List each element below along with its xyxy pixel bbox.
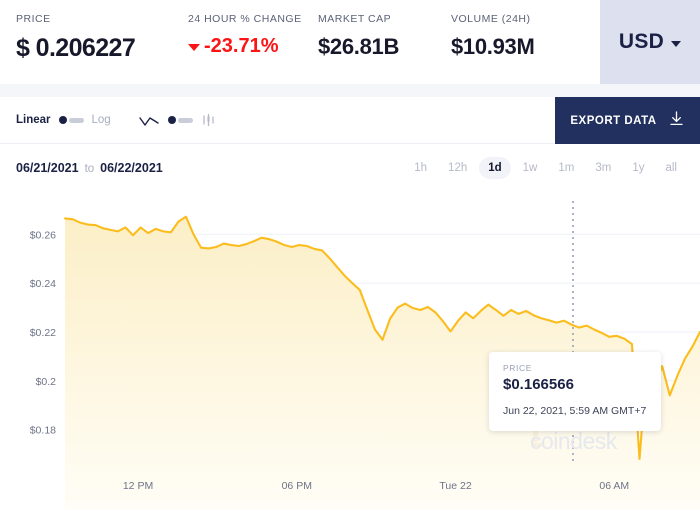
stat-market-cap-label: MARKET CAP <box>318 13 392 25</box>
end-date[interactable]: 06/22/2021 <box>100 161 163 175</box>
chart-tooltip: PRICE $0.166566 Jun 22, 2021, 5:59 AM GM… <box>489 352 661 431</box>
tooltip-price-label: PRICE <box>503 363 532 373</box>
download-icon <box>668 110 685 132</box>
x-axis-tick-label: Tue 22 <box>439 480 471 492</box>
candlestick-chart-icon[interactable] <box>202 113 216 127</box>
range-option-1d[interactable]: 1d <box>479 156 511 179</box>
chart-type-toggle-group[interactable] <box>139 113 216 127</box>
chart-type-toggle-track <box>177 118 193 123</box>
y-axis-tick-label: $0.18 <box>30 425 56 437</box>
export-data-label: EXPORT DATA <box>570 114 657 127</box>
stat-market-cap: MARKET CAP $26.81B <box>318 13 451 58</box>
date-range-row: 06/21/2021 to 06/22/2021 1h 12h 1d 1w 1m… <box>0 144 700 191</box>
tooltip-price-value: $0.166566 <box>503 376 574 393</box>
x-axis-tick-label: 12 PM <box>123 480 153 492</box>
stat-change-label: 24 HOUR % CHANGE <box>188 13 302 25</box>
currency-selector-label: USD <box>618 30 665 53</box>
time-range-selector: 1h 12h 1d 1w 1m 3m 1y all <box>405 156 686 179</box>
stat-market-cap-value: $26.81B <box>318 34 400 59</box>
y-axis-tick-label: $0.26 <box>30 229 56 241</box>
y-axis-tick-label: $0.24 <box>30 278 56 290</box>
x-axis-tick-label: 06 AM <box>599 480 629 492</box>
stat-price-value: $ 0.206227 <box>16 34 136 62</box>
date-range[interactable]: 06/21/2021 to 06/22/2021 <box>16 161 163 175</box>
crypto-price-chart-page: PRICE $ 0.206227 24 HOUR % CHANGE -23.71… <box>0 0 700 509</box>
price-chart-svg[interactable]: $0.26 $0.24 $0.22 $0.2 $0.18 12 PM 06 PM Tue 22… <box>0 191 700 509</box>
caret-down-icon <box>671 41 682 47</box>
x-axis-tick-label: 06 PM <box>282 480 312 492</box>
scale-toggle-group[interactable]: Linear Log <box>16 114 111 126</box>
triangle-down-icon <box>188 44 200 51</box>
chart-type-toggle-knob <box>167 116 176 124</box>
range-option-1h[interactable]: 1h <box>405 157 436 179</box>
range-option-all[interactable]: all <box>656 157 686 179</box>
stat-change-value: -23.71% <box>204 35 279 57</box>
stat-price: PRICE $ 0.206227 <box>16 13 188 61</box>
price-chart[interactable]: $0.26 $0.24 $0.22 $0.2 $0.18 12 PM 06 PM Tue 22… <box>0 191 700 509</box>
range-option-1w[interactable]: 1w <box>514 157 547 179</box>
range-option-1m[interactable]: 1m <box>549 157 583 179</box>
chart-type-toggle-switch[interactable] <box>167 116 193 124</box>
scale-toggle-knob <box>58 116 67 124</box>
export-data-button[interactable]: EXPORT DATA <box>555 97 700 144</box>
stats-header: PRICE $ 0.206227 24 HOUR % CHANGE -23.71… <box>0 0 700 84</box>
stat-volume: VOLUME (24H) $10.93M <box>451 13 591 58</box>
y-axis-tick-label: $0.2 <box>36 376 57 388</box>
scale-linear-label[interactable]: Linear <box>16 114 51 126</box>
scale-toggle-track <box>68 118 84 123</box>
stat-volume-label: VOLUME (24H) <box>451 13 531 25</box>
stat-price-label: PRICE <box>16 13 51 25</box>
scale-toggle-switch[interactable] <box>58 116 84 124</box>
line-chart-icon[interactable] <box>139 114 159 126</box>
range-option-12h[interactable]: 12h <box>439 157 476 179</box>
stat-change: 24 HOUR % CHANGE -23.71% <box>188 13 318 56</box>
stat-change-value-wrap: -23.71% <box>188 36 318 56</box>
range-option-1y[interactable]: 1y <box>623 157 653 179</box>
chart-panel: Linear Log EXPORT DATA 06/21/2021 to 06/… <box>0 97 700 509</box>
y-axis-tick-label: $0.22 <box>30 327 56 339</box>
scale-log-label[interactable]: Log <box>92 114 111 126</box>
currency-selector[interactable]: USD <box>600 0 700 84</box>
tooltip-date: Jun 22, 2021, 5:59 AM GMT+7 <box>503 405 647 417</box>
range-option-3m[interactable]: 3m <box>586 157 620 179</box>
stat-volume-value: $10.93M <box>451 34 535 59</box>
date-separator: to <box>84 162 95 175</box>
stats-group: PRICE $ 0.206227 24 HOUR % CHANGE -23.71… <box>0 0 600 84</box>
start-date[interactable]: 06/21/2021 <box>16 161 79 175</box>
chart-toolbar: Linear Log EXPORT DATA <box>0 97 700 144</box>
